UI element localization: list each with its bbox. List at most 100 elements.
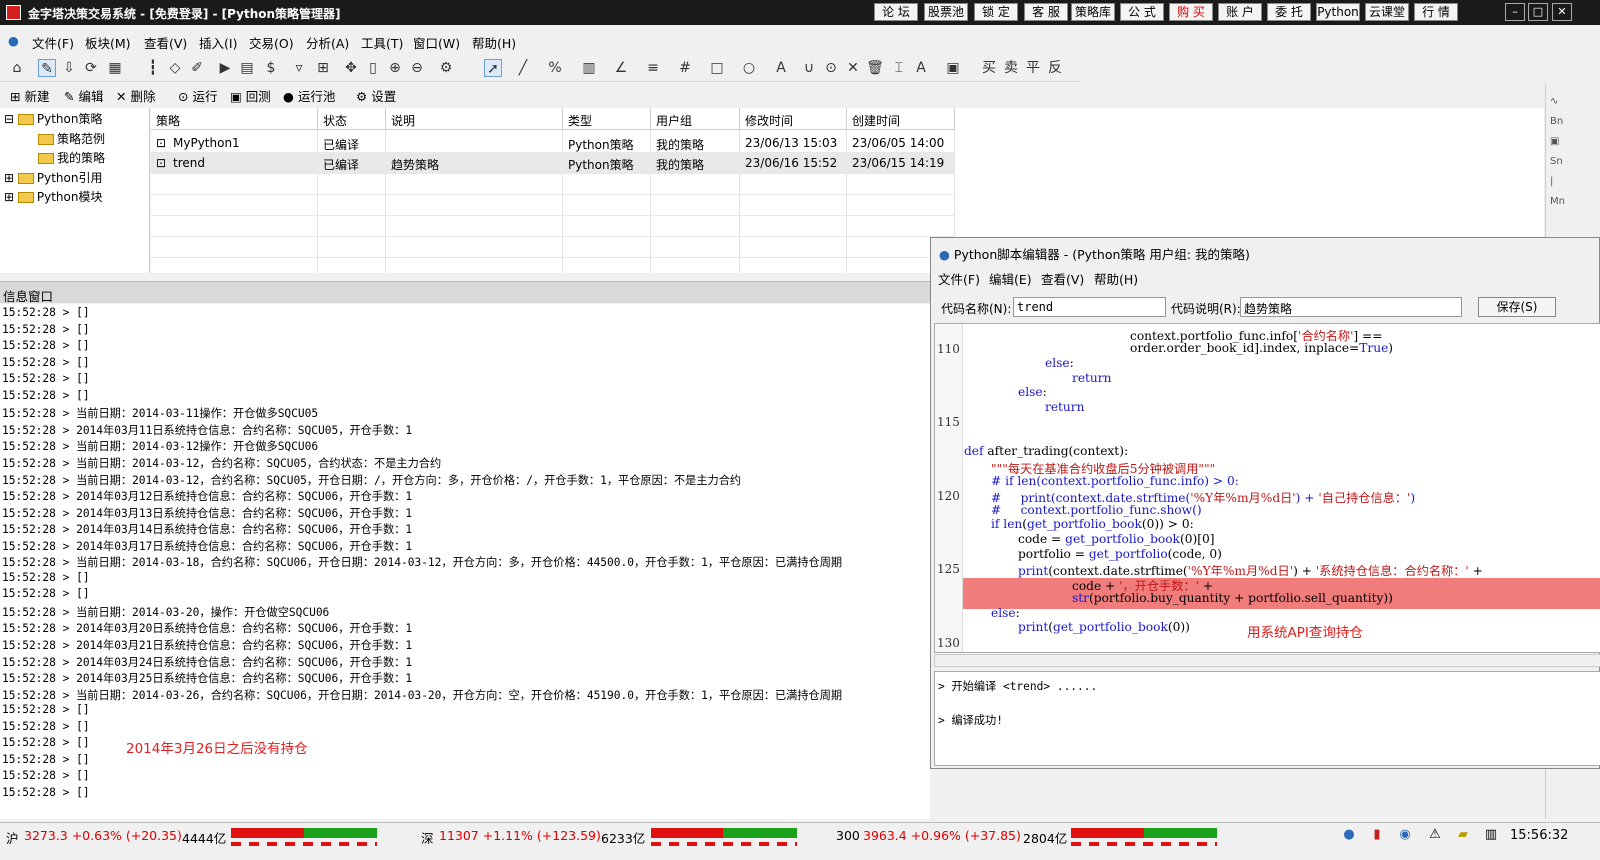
dollar-icon[interactable]: $: [262, 59, 280, 77]
reverse-icon[interactable]: 反: [1046, 59, 1064, 77]
level-tool-icon[interactable]: ≡: [644, 59, 662, 77]
close-button[interactable]: ✕: [1552, 3, 1572, 21]
menu-window[interactable]: 窗口(W): [413, 33, 460, 52]
lock-icon[interactable]: ⊙: [822, 59, 840, 77]
color-icon[interactable]: ⌶: [890, 59, 908, 77]
trash-icon[interactable]: 🗑: [866, 59, 884, 77]
new-button[interactable]: ⊞ 新建: [10, 86, 49, 105]
column-header-desc[interactable]: 说明: [386, 108, 563, 130]
side-button-sn[interactable]: Sn: [1550, 156, 1563, 167]
diamond-icon[interactable]: ◇: [166, 59, 184, 77]
lock-button[interactable]: 锁 定: [974, 3, 1018, 21]
channel-tool-icon[interactable]: ▥: [580, 59, 598, 77]
menu-analysis[interactable]: 分析(A): [306, 33, 349, 52]
pen-icon[interactable]: ✎: [38, 59, 56, 77]
formula-button[interactable]: 公 式: [1120, 3, 1164, 21]
column-header-created[interactable]: 创建时间: [847, 108, 955, 130]
column-header-type[interactable]: 类型: [563, 108, 651, 130]
run-button[interactable]: ⊙ 运行: [178, 86, 217, 105]
close-pos-icon[interactable]: 平: [1024, 59, 1042, 77]
menu-help[interactable]: 帮助(H): [472, 33, 516, 52]
tree-node-python-strategy[interactable]: ⊟ Python策略: [4, 110, 102, 127]
run-pool-button[interactable]: ● 运行池: [283, 86, 335, 105]
column-header-strategy[interactable]: 策略: [151, 108, 318, 130]
menu-tools[interactable]: 工具(T): [361, 33, 403, 52]
grid-icon[interactable]: ▦: [106, 59, 124, 77]
rect-tool-icon[interactable]: □: [708, 59, 726, 77]
sell-close-icon[interactable]: 卖: [1002, 59, 1020, 77]
bar-side-icon[interactable]: |: [1550, 176, 1553, 187]
circle-tool-icon[interactable]: ○: [740, 59, 758, 77]
chart-side-icon[interactable]: ∿: [1550, 96, 1558, 107]
account-button[interactable]: 账 户: [1218, 3, 1262, 21]
network-tray-icon[interactable]: ◉: [1396, 827, 1414, 843]
move-icon[interactable]: ✥: [342, 59, 360, 77]
candlestick-icon[interactable]: ┇: [144, 59, 162, 77]
edit-icon[interactable]: ✐: [188, 59, 206, 77]
editor-menu-edit[interactable]: 编辑(E): [989, 269, 1032, 288]
alert-tray-icon[interactable]: ⚠: [1426, 827, 1444, 843]
home-icon[interactable]: ⌂: [8, 59, 26, 77]
doc-tray-icon[interactable]: ▥: [1482, 827, 1500, 843]
editor-menu-view[interactable]: 查看(V): [1041, 269, 1084, 288]
code-name-input[interactable]: trend: [1013, 297, 1166, 317]
editor-menu-file[interactable]: 文件(F): [938, 269, 980, 288]
column-header-status[interactable]: 状态: [318, 108, 386, 130]
percent-tool-icon[interactable]: %: [546, 59, 564, 77]
quotes-button[interactable]: 行 情: [1414, 3, 1458, 21]
edit-button[interactable]: ✎ 编辑: [64, 86, 103, 105]
hash-tool-icon[interactable]: #: [676, 59, 694, 77]
backtest-button[interactable]: ▣ 回测: [230, 86, 271, 105]
doc-icon[interactable]: ▤: [238, 59, 256, 77]
menu-insert[interactable]: 插入(I): [199, 33, 237, 52]
horizontal-scrollbar[interactable]: [934, 654, 1600, 667]
graph-side-icon[interactable]: ▣: [1550, 136, 1559, 147]
gear-icon[interactable]: ⚙: [437, 59, 455, 77]
ticket-tray-icon[interactable]: ▰: [1454, 827, 1472, 843]
column-header-modified[interactable]: 修改时间: [740, 108, 847, 130]
menu-file[interactable]: 文件(F): [32, 33, 74, 52]
database-tray-icon[interactable]: ▮: [1368, 827, 1386, 843]
settings-button[interactable]: ⚙ 设置: [356, 86, 396, 105]
chart-icon[interactable]: ⊞: [314, 59, 332, 77]
buy-open-icon[interactable]: 买: [980, 59, 998, 77]
ruler-icon[interactable]: ▯: [364, 59, 382, 77]
minimize-button[interactable]: –: [1505, 3, 1525, 21]
line-tool-icon[interactable]: ╱: [514, 59, 532, 77]
side-button-bn[interactable]: Bn: [1550, 116, 1563, 127]
editor-menu-help[interactable]: 帮助(H): [1094, 269, 1138, 288]
buy-button[interactable]: 购 买: [1169, 3, 1213, 21]
filter-icon[interactable]: ▿: [290, 59, 308, 77]
strategy-lib-button[interactable]: 策略库: [1071, 3, 1115, 21]
text-tool-icon[interactable]: A: [772, 59, 790, 77]
zoom-in-icon[interactable]: ⊕: [386, 59, 404, 77]
zoom-out-icon[interactable]: ⊖: [408, 59, 426, 77]
menu-block[interactable]: 板块(M): [85, 33, 131, 52]
service-button[interactable]: 客 服: [1024, 3, 1068, 21]
code-desc-input[interactable]: 趋势策略: [1240, 297, 1462, 317]
stock-pool-button[interactable]: 股票池: [924, 3, 968, 21]
maximize-button[interactable]: □: [1528, 3, 1548, 21]
python-tray-icon[interactable]: ●: [1340, 827, 1358, 843]
magnet-icon[interactable]: ∪: [800, 59, 818, 77]
tree-node-examples[interactable]: 策略范例: [38, 130, 105, 147]
tree-node-my-strategy[interactable]: 我的策略: [38, 149, 105, 166]
tree-node-python-module[interactable]: ⊞ Python模块: [4, 188, 102, 205]
play-icon[interactable]: ▶: [216, 59, 234, 77]
menu-view[interactable]: 查看(V): [144, 33, 187, 52]
menu-trade[interactable]: 交易(O): [249, 33, 294, 52]
save-button[interactable]: 保存(S): [1478, 297, 1556, 317]
table-row-selected[interactable]: ⊡ trend 已编译 趋势策略 Python策略 我的策略 23/06/16 …: [151, 153, 955, 173]
angle-tool-icon[interactable]: ∠: [612, 59, 630, 77]
tree-node-python-ref[interactable]: ⊞ Python引用: [4, 169, 102, 186]
refresh-icon[interactable]: ⟳: [82, 59, 100, 77]
cloud-class-button[interactable]: 云课堂: [1365, 3, 1409, 21]
code-editor[interactable]: 110 115 120 125 130 context.portfolio_fu…: [934, 323, 1600, 653]
forum-button[interactable]: 论 坛: [874, 3, 918, 21]
delete-drawing-icon[interactable]: ✕: [844, 59, 862, 77]
cursor-icon[interactable]: ➚: [484, 59, 502, 77]
save-drawing-icon[interactable]: ▣: [944, 59, 962, 77]
python-button[interactable]: Python: [1316, 3, 1360, 21]
side-button-mn[interactable]: Mn: [1550, 196, 1565, 207]
delete-button[interactable]: ✕ 删除: [116, 86, 155, 105]
